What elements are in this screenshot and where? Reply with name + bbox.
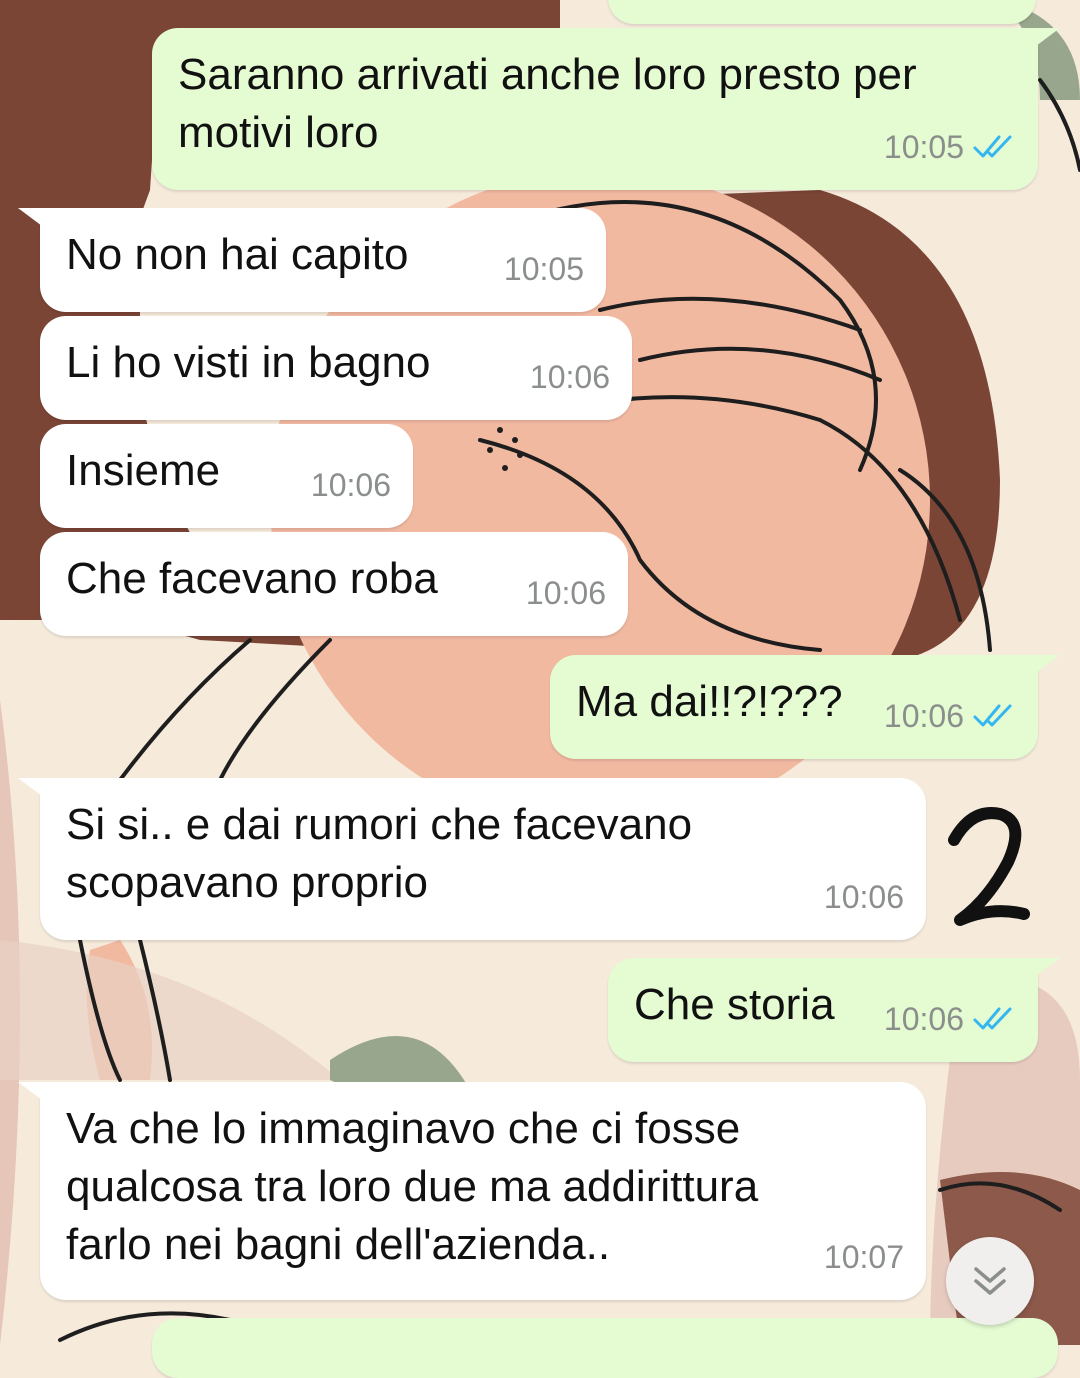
double-chevron-down-icon bbox=[974, 1267, 1006, 1295]
message-timestamp: 10:06 bbox=[529, 359, 610, 395]
message-text: Saranno arrivati anche loro presto per mo… bbox=[178, 46, 917, 162]
handwritten-annotation bbox=[948, 807, 1030, 926]
bubble-tail bbox=[1020, 28, 1060, 58]
outgoing-message-bubble[interactable]: Ma dai!!?!??? 10:06 bbox=[550, 655, 1060, 759]
incoming-message-bubble[interactable]: No non hai capito 10:05 bbox=[18, 208, 606, 312]
message-meta: 10:05 bbox=[884, 118, 1016, 176]
message-timestamp: 10:05 bbox=[883, 129, 964, 165]
incoming-message-bubble[interactable]: Si si.. e dai rumori che facevano scopava… bbox=[18, 778, 926, 940]
message-text-line: Va che lo immaginavo che ci fosse bbox=[66, 1104, 741, 1153]
message-timestamp: 10:05 bbox=[503, 251, 584, 287]
read-receipt-icon bbox=[973, 1007, 1012, 1030]
message-timestamp: 10:06 bbox=[310, 467, 391, 503]
message-text-line: Che storia bbox=[634, 980, 835, 1029]
message-text-line: Si si.. e dai rumori che facevano bbox=[66, 800, 693, 849]
message-text: Insieme bbox=[66, 442, 220, 500]
message-timestamp: 10:06 bbox=[883, 698, 964, 734]
incoming-message-bubble[interactable]: Che facevano roba 10:06 bbox=[40, 532, 628, 636]
message-text-line: scopavano proprio bbox=[66, 858, 429, 907]
message-text-line: Saranno arrivati anche loro presto per bbox=[178, 50, 917, 99]
message-text: Li ho visti in bagno bbox=[66, 334, 430, 392]
message-meta: 10:06 bbox=[884, 687, 1016, 745]
message-text-line: Insieme bbox=[66, 446, 221, 495]
message-meta: 10:06 bbox=[311, 456, 391, 514]
message-text: Che storia bbox=[634, 976, 835, 1034]
bubble-tail bbox=[1020, 655, 1060, 685]
message-timestamp: 10:07 bbox=[823, 1239, 904, 1275]
incoming-message-bubble[interactable]: Li ho visti in bagno 10:06 bbox=[40, 316, 632, 420]
message-meta: 10:06 bbox=[824, 868, 904, 926]
outgoing-message-bubble-partial[interactable] bbox=[152, 1318, 1058, 1378]
read-receipt-icon bbox=[973, 704, 1012, 727]
message-timestamp: 10:06 bbox=[823, 879, 904, 915]
message-text-line: farlo nei bagni dell'azienda.. bbox=[66, 1220, 611, 1269]
incoming-message-bubble[interactable]: Va che lo immaginavo che ci fosse qualcos… bbox=[18, 1082, 926, 1300]
bubble-tail bbox=[1020, 958, 1060, 988]
message-meta: 10:06 bbox=[530, 348, 610, 406]
message-meta: 10:07 bbox=[824, 1228, 904, 1286]
scroll-to-bottom-button[interactable] bbox=[946, 1237, 1034, 1325]
outgoing-message-bubble-partial[interactable] bbox=[608, 0, 1036, 24]
message-meta: 10:06 bbox=[526, 564, 606, 622]
message-text: No non hai capito bbox=[66, 226, 408, 284]
message-text: Ma dai!!?!??? bbox=[576, 673, 843, 731]
message-meta: 10:06 bbox=[884, 990, 1016, 1048]
message-text-line: qualcosa tra loro due ma addirittura bbox=[66, 1162, 759, 1211]
message-text-line: Li ho visti in bagno bbox=[66, 338, 431, 387]
bubble-tail bbox=[18, 208, 58, 238]
message-text-line: Che facevano roba bbox=[66, 554, 438, 603]
read-receipt-icon bbox=[973, 135, 1012, 158]
outgoing-message-bubble[interactable]: Saranno arrivati anche loro presto per mo… bbox=[152, 28, 1060, 190]
message-text: Che facevano roba bbox=[66, 550, 438, 608]
message-text-line: Ma dai!!?!??? bbox=[576, 677, 843, 726]
bubble-tail bbox=[18, 778, 58, 808]
message-text: Va che lo immaginavo che ci fosse qualcos… bbox=[66, 1100, 758, 1274]
bubble-tail bbox=[18, 1082, 58, 1112]
message-text-line: No non hai capito bbox=[66, 230, 409, 279]
message-timestamp: 10:06 bbox=[883, 1001, 964, 1037]
message-text-line: motivi loro bbox=[178, 108, 379, 157]
message-meta: 10:05 bbox=[504, 240, 584, 298]
message-text: Si si.. e dai rumori che facevano scopava… bbox=[66, 796, 692, 912]
message-timestamp: 10:06 bbox=[525, 575, 606, 611]
incoming-message-bubble[interactable]: Insieme 10:06 bbox=[40, 424, 413, 528]
outgoing-message-bubble[interactable]: Che storia 10:06 bbox=[608, 958, 1060, 1062]
